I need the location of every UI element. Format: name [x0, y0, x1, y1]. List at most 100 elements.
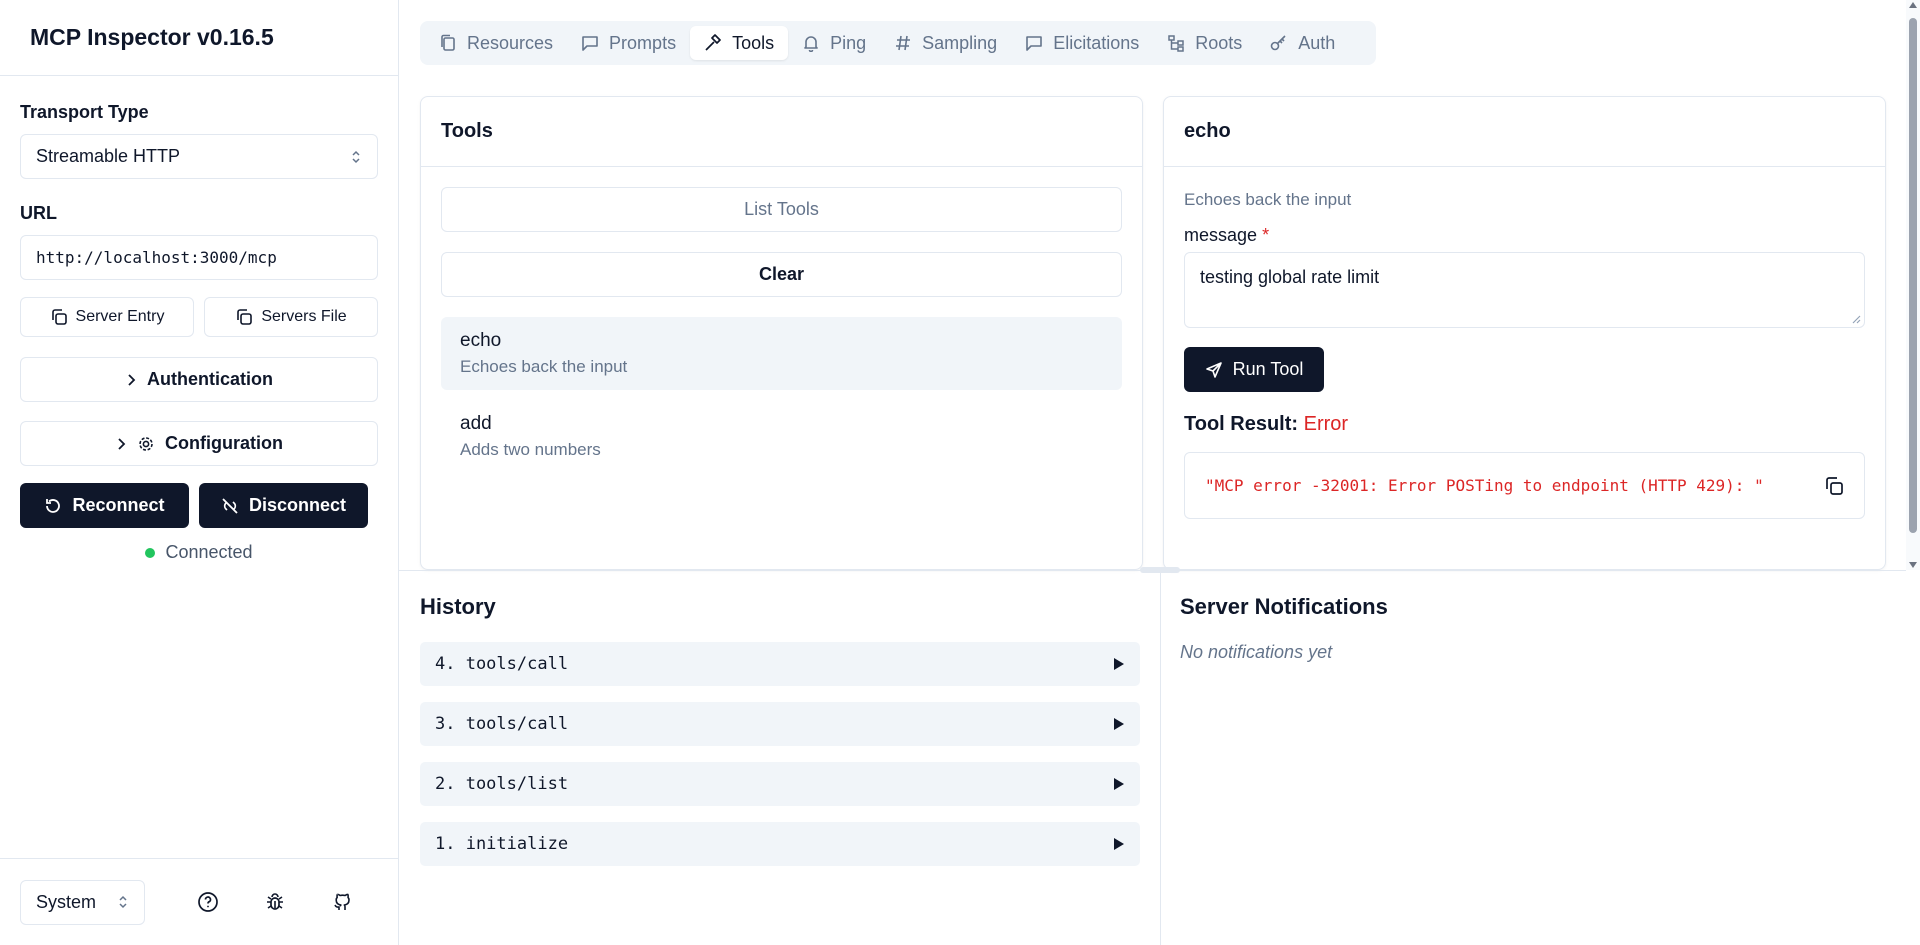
tab-prompts[interactable]: Prompts: [567, 26, 690, 60]
param-name: message: [1184, 225, 1258, 245]
notifications-panel: Server Notifications No notifications ye…: [1180, 594, 1880, 663]
sidebar-footer: System: [0, 858, 398, 945]
tab-auth[interactable]: Auth: [1256, 26, 1349, 60]
chevron-up-down-icon: [117, 894, 129, 910]
chevron-up-down-icon: [350, 149, 362, 165]
tree-icon: [1167, 34, 1185, 52]
tools-panel-title: Tools: [421, 97, 1142, 167]
server-entry-button[interactable]: Server Entry: [20, 297, 194, 337]
authentication-label: Authentication: [147, 369, 273, 389]
tool-result-status: Error: [1303, 413, 1349, 435]
tab-resources[interactable]: Resources: [425, 26, 567, 60]
tool-description: Adds two numbers: [460, 440, 601, 459]
status-text: Connected: [165, 542, 253, 562]
tool-item-add[interactable]: add Adds two numbers: [441, 400, 1122, 473]
tab-label: Auth: [1298, 32, 1336, 53]
run-tool-label: Run Tool: [1232, 359, 1304, 379]
refresh-icon: [44, 497, 62, 515]
servers-file-button[interactable]: Servers File: [204, 297, 378, 337]
tab-label: Ping: [830, 32, 867, 53]
configuration-toggle[interactable]: Configuration: [20, 421, 378, 466]
run-tool-button[interactable]: Run Tool: [1184, 347, 1324, 392]
tool-detail-panel: echo Echoes back the input message * tes…: [1163, 96, 1886, 570]
history-title: History: [420, 594, 496, 619]
notifications-title: Server Notifications: [1180, 594, 1388, 619]
chevron-right-icon: [115, 437, 127, 451]
scrollbar[interactable]: [1906, 0, 1920, 570]
disconnect-button[interactable]: Disconnect: [199, 483, 368, 528]
transport-type-select[interactable]: Streamable HTTP: [20, 134, 378, 179]
tool-item-echo[interactable]: echo Echoes back the input: [441, 317, 1122, 390]
reconnect-button[interactable]: Reconnect: [20, 483, 189, 528]
github-icon[interactable]: [328, 888, 356, 916]
list-tools-button[interactable]: List Tools: [441, 187, 1122, 232]
bug-icon[interactable]: [261, 888, 289, 916]
param-label: message *: [1184, 225, 1865, 246]
url-input[interactable]: http://localhost:3000/mcp: [20, 235, 378, 280]
tab-ping[interactable]: Ping: [788, 26, 880, 60]
url-label: URL: [20, 203, 57, 223]
theme-value: System: [36, 891, 97, 912]
tool-description: Echoes back the input: [460, 357, 628, 376]
tool-name: echo: [460, 330, 502, 351]
theme-select[interactable]: System: [20, 879, 145, 925]
message-value: testing global rate limit: [1200, 267, 1380, 287]
history-item[interactable]: 2. tools/list: [420, 762, 1140, 806]
tab-label: Roots: [1195, 32, 1243, 53]
unplug-icon: [221, 497, 239, 515]
history-item-label: 3. tools/call: [435, 714, 569, 734]
bell-icon: [802, 34, 820, 52]
required-mark: *: [1262, 225, 1270, 245]
servers-file-label: Servers File: [261, 308, 347, 325]
tab-tools[interactable]: Tools: [690, 26, 789, 60]
copy-icon[interactable]: [1824, 476, 1844, 496]
history-item-label: 4. tools/call: [435, 654, 569, 674]
play-icon: [1113, 777, 1125, 791]
server-entry-label: Server Entry: [75, 308, 165, 325]
gear-icon: [137, 435, 155, 453]
scrollbar-thumb[interactable]: [1909, 18, 1917, 533]
tool-result-box: "MCP error -32001: Error POSTing to endp…: [1184, 452, 1865, 519]
tab-label: Prompts: [609, 32, 677, 53]
tab-label: Elicitations: [1053, 32, 1140, 53]
tab-roots[interactable]: Roots: [1153, 26, 1256, 60]
files-icon: [439, 34, 457, 52]
resize-handle-icon[interactable]: [1851, 314, 1861, 324]
sidebar-header: MCP Inspector v0.16.5: [0, 0, 398, 76]
configuration-label: Configuration: [165, 433, 283, 453]
history-item[interactable]: 3. tools/call: [420, 702, 1140, 746]
chevron-right-icon: [125, 373, 137, 387]
hammer-icon: [704, 34, 722, 52]
history-panel: History 4. tools/call 3. tools/call 2. t…: [420, 594, 1140, 882]
send-icon: [1205, 361, 1223, 379]
reconnect-label: Reconnect: [72, 495, 165, 515]
disconnect-label: Disconnect: [248, 495, 347, 515]
tool-name: add: [460, 413, 492, 434]
tab-bar: Resources Prompts Tools Ping Sampling El…: [420, 21, 1376, 65]
play-icon: [1113, 657, 1125, 671]
history-item[interactable]: 1. initialize: [420, 822, 1140, 866]
help-icon[interactable]: [194, 888, 222, 916]
scroll-down-icon[interactable]: [1909, 562, 1917, 568]
connection-status: Connected: [20, 542, 378, 563]
history-item[interactable]: 4. tools/call: [420, 642, 1140, 686]
tab-label: Tools: [732, 32, 775, 53]
play-icon: [1113, 837, 1125, 851]
tools-panel: Tools List Tools Clear echo Echoes back …: [420, 96, 1143, 570]
tab-label: Sampling: [922, 32, 998, 53]
tool-detail-title: echo: [1164, 97, 1885, 167]
history-item-label: 2. tools/list: [435, 774, 569, 794]
authentication-toggle[interactable]: Authentication: [20, 357, 378, 402]
hash-icon: [894, 34, 912, 52]
tab-sampling[interactable]: Sampling: [880, 26, 1011, 60]
tool-result-text: "MCP error -32001: Error POSTing to endp…: [1205, 476, 1764, 495]
app-title: MCP Inspector v0.16.5: [30, 24, 274, 50]
clear-button[interactable]: Clear: [441, 252, 1122, 297]
bottom-divider: [1160, 571, 1161, 945]
message-icon: [1025, 34, 1043, 52]
scroll-up-icon[interactable]: [1909, 2, 1917, 8]
tab-elicitations[interactable]: Elicitations: [1011, 26, 1153, 60]
status-dot: [145, 547, 156, 558]
message-icon: [581, 34, 599, 52]
message-textarea[interactable]: testing global rate limit: [1184, 252, 1865, 328]
